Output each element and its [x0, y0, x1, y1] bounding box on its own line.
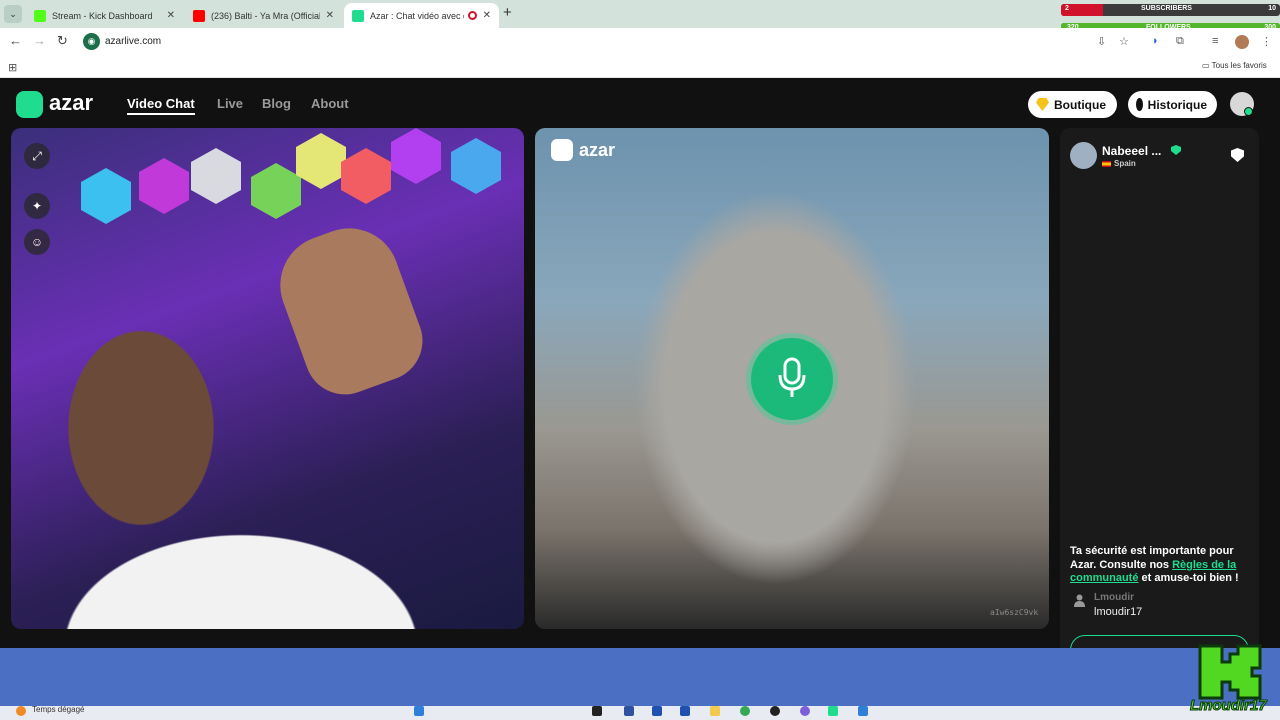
tab-label: Stream - Kick Dashboard: [52, 10, 153, 21]
bookmarks-folder-label: Tous les favoris: [1211, 61, 1267, 70]
tab-label: Azar : Chat vidéo avec de n: [370, 10, 464, 21]
extensions-icon[interactable]: ⧉: [1176, 35, 1184, 48]
light-panel: [81, 168, 131, 224]
recording-icon: [467, 11, 477, 20]
azar-logo-text[interactable]: azar: [49, 90, 93, 116]
azar-watermark-text: azar: [579, 140, 616, 160]
subscribers-goal-bar: 2 SUBSCRIBERS 10: [1061, 4, 1280, 16]
nav-live[interactable]: Live: [217, 96, 243, 111]
stream-overlay-band: [0, 648, 1280, 706]
streamer-tag: Lmoudir17: [1190, 697, 1268, 715]
light-panel: [391, 128, 441, 184]
close-icon[interactable]: ✕: [167, 10, 175, 21]
taskbar-app-icon[interactable]: [592, 706, 602, 716]
close-icon[interactable]: ✕: [483, 10, 491, 21]
azar-favicon-icon: [352, 9, 364, 22]
forward-icon[interactable]: →: [33, 33, 46, 48]
weather-text: Temps dégagé: [32, 705, 85, 714]
taskbar-app-icon[interactable]: [770, 706, 780, 716]
peer-avatar[interactable]: [1070, 142, 1097, 169]
online-status-dot: [1244, 107, 1253, 116]
taskbar-app-icon[interactable]: [858, 706, 868, 716]
apps-grid-icon[interactable]: ⊞: [8, 61, 17, 74]
peer-id-label: aIw6szC9vk: [990, 608, 1039, 617]
user-icon: [1074, 594, 1085, 607]
light-panel: [251, 163, 301, 219]
back-icon[interactable]: ←: [9, 33, 22, 48]
install-icon[interactable]: ⇩: [1097, 35, 1106, 48]
extension-sound-icon[interactable]: ◗: [1152, 35, 1159, 47]
spain-flag-icon: [1102, 161, 1111, 167]
tab-azar[interactable]: Azar : Chat vidéo avec de n ✕: [344, 3, 499, 28]
peer-country: Spain: [1114, 159, 1136, 168]
self-camera-view: [11, 128, 524, 629]
light-panel: [139, 158, 189, 214]
message-username: Lmoudir: [1094, 592, 1134, 603]
gem-icon: [1036, 98, 1049, 111]
historique-button[interactable]: Historique: [1128, 91, 1217, 118]
light-panel: [191, 148, 241, 204]
sparkle-effects-icon[interactable]: ✦: [24, 193, 50, 219]
light-panel: [341, 148, 391, 204]
youtube-favicon-icon: [193, 9, 205, 22]
windows-start-icon[interactable]: [414, 706, 424, 716]
light-panel: [296, 133, 346, 189]
nav-blog[interactable]: Blog: [262, 96, 291, 111]
browser-menu-icon[interactable]: ⋮: [1261, 35, 1272, 48]
tab-youtube[interactable]: (236) Balti - Ya Mra (Official Mu ✕: [185, 3, 342, 28]
face-filter-icon[interactable]: ☺: [24, 229, 50, 255]
message-text: lmoudir17: [1094, 606, 1143, 618]
taskbar-app-icon[interactable]: [624, 706, 634, 716]
weather-icon: [16, 706, 26, 716]
nav-video-chat[interactable]: Video Chat: [127, 96, 195, 115]
close-icon[interactable]: ✕: [326, 10, 334, 21]
taskbar-app-icon[interactable]: [828, 706, 838, 716]
taskbar-app-icon[interactable]: [652, 706, 662, 716]
taskbar-app-icon[interactable]: [680, 706, 690, 716]
peer-name[interactable]: Nabeeel ...: [1102, 144, 1161, 158]
folder-icon: ▭: [1202, 61, 1210, 70]
bookmark-star-icon[interactable]: ☆: [1119, 35, 1129, 48]
microphone-icon: [778, 357, 806, 397]
tab-kick-dashboard[interactable]: Stream - Kick Dashboard ✕: [26, 3, 183, 28]
media-controls-icon[interactable]: ≡: [1212, 35, 1218, 47]
site-info-icon[interactable]: ◉: [83, 33, 100, 50]
safety-notice: Ta sécurité est importante pour Azar. Co…: [1070, 545, 1250, 586]
subscribers-count: 2: [1065, 5, 1069, 12]
tab-search-button[interactable]: ⌄: [4, 5, 22, 23]
url-field[interactable]: azarlive.com: [105, 36, 161, 47]
azar-watermark-icon: [551, 139, 573, 161]
address-bar: [0, 28, 1280, 56]
taskbar-app-icon[interactable]: [710, 706, 720, 716]
chrome-icon[interactable]: [740, 706, 750, 716]
nav-about[interactable]: About: [311, 96, 349, 111]
tab-label: (236) Balti - Ya Mra (Official Mu: [211, 10, 320, 21]
subscribers-goal: 10: [1268, 5, 1276, 12]
kick-favicon-icon: [34, 9, 46, 22]
azar-logo-icon[interactable]: [16, 91, 43, 118]
new-tab-icon[interactable]: +: [503, 4, 512, 21]
safety-text-end: et amuse-toi bien !: [1138, 572, 1239, 584]
kick-logo-icon: [1198, 644, 1262, 700]
boutique-button[interactable]: Boutique: [1028, 91, 1117, 118]
historique-label: Historique: [1147, 97, 1207, 112]
browser-profile-avatar[interactable]: [1235, 35, 1249, 49]
all-bookmarks-folder[interactable]: ▭ Tous les favoris: [1202, 61, 1267, 70]
light-panel: [451, 138, 501, 194]
expand-icon[interactable]: ⤢: [24, 143, 50, 169]
boutique-label: Boutique: [1054, 97, 1106, 112]
clock-icon: [1136, 98, 1143, 111]
bookmarks-bar: [0, 56, 1280, 78]
windows-taskbar: [0, 706, 1280, 720]
taskbar-app-icon[interactable]: [800, 706, 810, 716]
subscribers-label: SUBSCRIBERS: [1141, 5, 1192, 12]
reload-icon[interactable]: ↻: [57, 33, 68, 49]
